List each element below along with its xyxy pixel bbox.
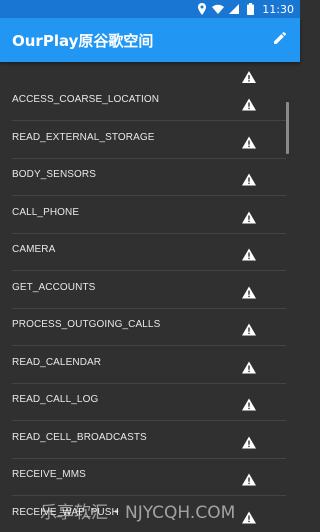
permission-row[interactable]: ACCESS_COARSE_LOCATION — [0, 84, 300, 121]
signal-icon — [228, 3, 240, 15]
permission-label: RECEIVE_MMS — [12, 469, 86, 480]
permission-label: READ_CALENDAR — [12, 356, 102, 368]
battery-icon — [244, 3, 256, 15]
warning-icon — [242, 359, 256, 373]
permission-row[interactable]: READ_CELL_BROADCASTS — [0, 422, 300, 459]
app-bar: OurPlay原谷歌空间 — [0, 18, 300, 62]
app-title: OurPlay原谷歌空间 — [12, 31, 154, 50]
status-time: 11:30 — [262, 2, 294, 16]
permission-row[interactable]: READ_CALENDAR — [0, 347, 300, 384]
warning-icon — [242, 171, 256, 186]
permission-label: CAMERA — [12, 244, 56, 255]
permission-label: CALL_PHONE — [12, 206, 80, 218]
warning-icon — [242, 471, 256, 486]
watermark: 乐享软汇・NJYCQH.COM — [40, 503, 236, 523]
permission-row[interactable]: PROCESS_OUTGOING_CALLS — [0, 309, 300, 346]
permission-label: READ_CALL_LOG — [12, 394, 99, 405]
permission-row[interactable]: BODY_SENSORS — [0, 159, 300, 196]
permission-list[interactable]: ACCESS_COARSE_LOCATION READ_EXTERNAL_STOR… — [0, 62, 300, 532]
warning-icon — [242, 68, 256, 83]
scrollbar[interactable] — [286, 102, 289, 154]
warning-icon — [242, 246, 256, 261]
warning-icon — [242, 209, 256, 223]
permission-row[interactable]: READ_EXTERNAL_STORAGE — [0, 122, 300, 159]
wifi-icon — [212, 3, 225, 15]
warning-icon — [242, 396, 256, 411]
edit-button[interactable] — [270, 30, 290, 50]
warning-icon — [242, 321, 256, 336]
permission-row[interactable]: RECEIVE_MMS — [0, 459, 300, 496]
permission-label: READ_EXTERNAL_STORAGE — [12, 131, 155, 143]
permission-label: PROCESS_OUTGOING_CALLS — [12, 319, 161, 330]
edit-pencil-icon — [272, 30, 288, 50]
permission-label: BODY_SENSORS — [12, 169, 97, 180]
permission-row[interactable]: CAMERA — [0, 234, 300, 271]
permission-row[interactable]: CALL_PHONE — [0, 197, 300, 234]
status-bar: 11:30 — [0, 0, 300, 18]
permission-label: ACCESS_COARSE_LOCATION — [12, 94, 160, 105]
warning-icon — [242, 134, 256, 148]
permission-label: READ_CELL_BROADCASTS — [12, 431, 147, 443]
warning-icon — [242, 96, 256, 111]
permission-label: GET_ACCOUNTS — [12, 281, 96, 293]
warning-icon — [242, 509, 256, 523]
permission-row[interactable]: GET_ACCOUNTS — [0, 272, 300, 309]
permission-row[interactable]: READ_CALL_LOG — [0, 384, 300, 421]
location-icon — [196, 3, 208, 15]
warning-icon — [242, 434, 256, 448]
warning-icon — [242, 284, 256, 298]
